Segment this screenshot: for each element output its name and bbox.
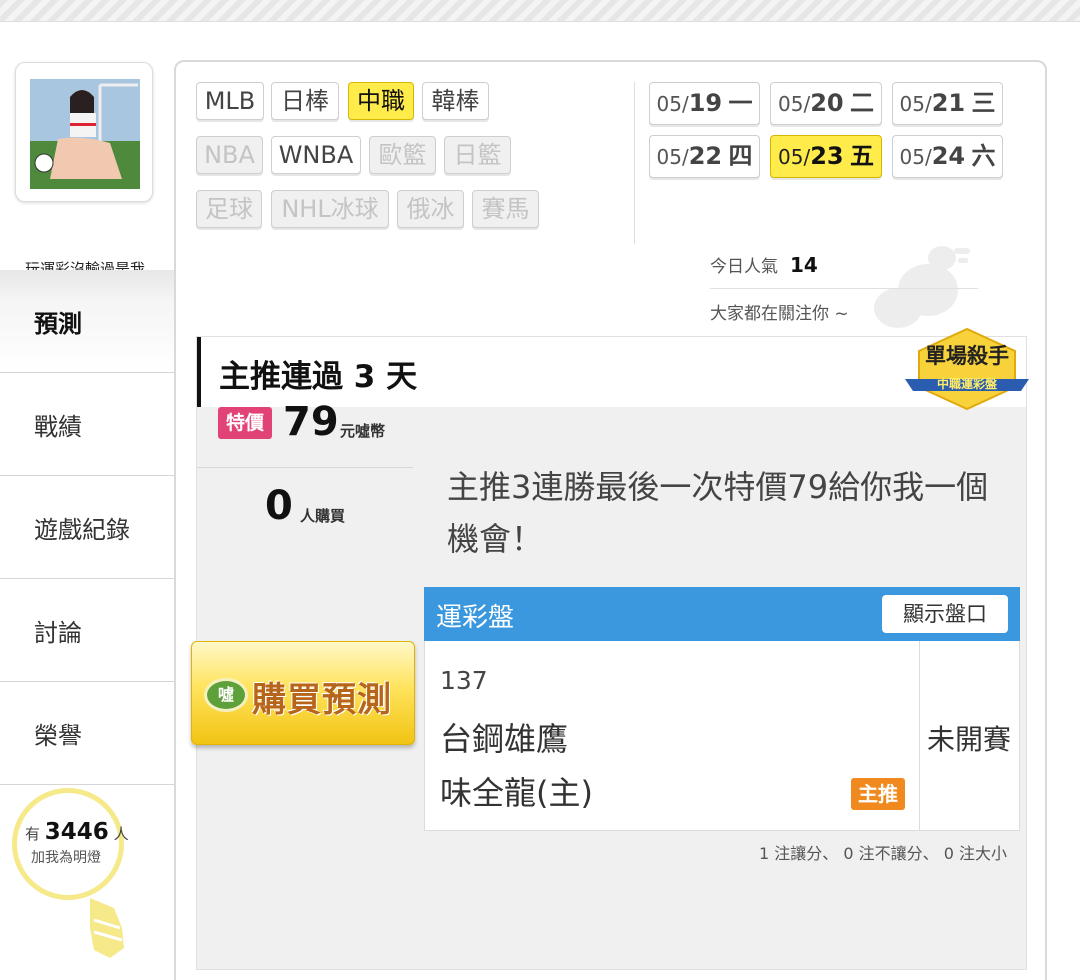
nav-item-predict[interactable]: 預測	[0, 270, 175, 373]
date-weekday: 六	[971, 142, 996, 170]
price-unit: 元噓幣	[340, 422, 386, 440]
tab-nhl[interactable]: NHL冰球	[271, 190, 389, 228]
nav-item-honor[interactable]: 榮譽	[0, 682, 175, 785]
tab-horse-racing[interactable]: 賽馬	[472, 190, 539, 228]
date-0524[interactable]: 05/24 六	[892, 135, 1003, 178]
popularity-divider	[710, 288, 978, 289]
away-team: 台鋼雄鷹	[440, 720, 569, 758]
popularity-value: 14	[790, 253, 818, 277]
coin-icon: 噓	[204, 678, 248, 712]
fans-lightbulb[interactable]: 有 3446 人 加我為明燈	[12, 788, 129, 900]
bet-summary: 1 注讓分、 0 注不讓分、 0 注大小	[759, 844, 1007, 863]
buyers-unit: 人購買	[300, 507, 346, 525]
buy-prediction-button[interactable]: 噓 購買預測	[191, 641, 415, 745]
tab-kbo[interactable]: 韓棒	[422, 82, 489, 120]
section-header: 主推連過 3 天	[197, 337, 1026, 407]
date-0523[interactable]: 05/23 五	[770, 135, 882, 178]
tab-nba[interactable]: NBA	[196, 136, 263, 174]
odds-panel-divider	[919, 641, 920, 831]
price-value: 79	[283, 399, 339, 445]
avatar[interactable]	[30, 79, 140, 189]
date-day: 21	[931, 89, 966, 117]
date-month: 05/	[778, 145, 811, 169]
fans-caption: 加我為明燈	[31, 850, 101, 866]
side-nav: 預測 戰績 遊戲紀錄 討論 榮譽	[0, 270, 175, 785]
avatar-frame[interactable]	[15, 62, 153, 202]
tab-cpbl[interactable]: 中職	[348, 82, 414, 120]
date-0520[interactable]: 05/20 二	[770, 82, 882, 125]
date-0521[interactable]: 05/21 三	[892, 82, 1003, 125]
section-title: 主推連過 3 天	[219, 359, 418, 395]
date-weekday: 二	[849, 89, 874, 117]
badge-title: 單場殺手	[925, 344, 1009, 368]
date-weekday: 一	[728, 89, 753, 117]
special-price-tag: 特價	[218, 407, 272, 439]
date-month: 05/	[778, 92, 811, 116]
price-divider	[197, 467, 413, 468]
date-weekday: 三	[971, 89, 996, 117]
date-month: 05/	[656, 145, 689, 169]
popularity-subtitle: 大家都在關注你 ~	[710, 304, 849, 324]
tabs-divider	[634, 82, 635, 244]
date-weekday: 四	[728, 142, 753, 170]
main-pick-badge: 主推	[851, 778, 905, 810]
mascot-icon	[874, 246, 970, 328]
show-odds-button[interactable]: 顯示盤口	[882, 595, 1008, 633]
home-team: 味全龍(主)	[440, 774, 593, 812]
date-0522[interactable]: 05/22 四	[649, 135, 760, 178]
date-day: 20	[810, 89, 844, 117]
tab-npb[interactable]: 日棒	[271, 82, 339, 120]
odds-panel-title: 運彩盤	[436, 603, 515, 633]
fans-count: 3446	[44, 819, 109, 845]
popularity: 今日人氣 14	[710, 252, 818, 277]
tab-wnba[interactable]: WNBA	[271, 136, 361, 174]
lightbulb-icon	[90, 898, 124, 958]
date-month: 05/	[656, 92, 689, 116]
nav-item-discussion[interactable]: 討論	[0, 579, 175, 682]
nav-item-game-log[interactable]: 遊戲紀錄	[0, 476, 175, 579]
game-status: 未開賽	[927, 723, 1012, 756]
odds-panel: 運彩盤 顯示盤口 137 台鋼雄鷹 味全龍(主) 主推 未開賽	[424, 587, 1020, 831]
date-weekday: 五	[849, 142, 874, 170]
top-decoration	[0, 0, 1080, 22]
date-month: 05/	[899, 92, 932, 116]
tab-khl[interactable]: 俄冰	[397, 190, 464, 228]
game-number: 137	[440, 666, 488, 695]
date-day: 23	[810, 142, 844, 170]
prediction-section: 主推連過 3 天 單場殺手 中職運彩盤 特價 79 元噓幣 0 人購買 噓 購買…	[191, 327, 1029, 970]
main-panel: MLB 日棒 中職 韓棒 NBA WNBA 歐籃 日籃 足球 NHL冰球 俄冰 …	[174, 60, 1047, 980]
date-day: 24	[931, 142, 966, 170]
badge-subtitle: 中職運彩盤	[937, 376, 998, 391]
fans-prefix: 有	[25, 825, 41, 843]
fans-suffix: 人	[113, 825, 129, 843]
buyers-count: 0	[265, 483, 293, 529]
odds-panel-header: 運彩盤 顯示盤口	[424, 587, 1020, 641]
killer-badge-icon: 單場殺手 中職運彩盤	[905, 327, 1029, 411]
tab-soccer[interactable]: 足球	[196, 190, 262, 228]
date-day: 22	[688, 142, 723, 170]
fans-count-line: 有 3446 人	[25, 819, 129, 845]
date-0519[interactable]: 05/19 一	[649, 82, 760, 125]
tab-mlb[interactable]: MLB	[196, 82, 264, 120]
date-month: 05/	[899, 145, 932, 169]
popularity-label: 今日人氣	[710, 257, 778, 277]
tab-japan-basketball[interactable]: 日籃	[444, 136, 511, 174]
buy-prediction-label: 購買預測	[252, 680, 392, 720]
tab-euro-basketball[interactable]: 歐籃	[369, 136, 436, 174]
offer-description: 主推3連勝最後一次特價79給你我一個機會！	[447, 468, 989, 558]
nav-item-record[interactable]: 戰績	[0, 373, 175, 476]
date-day: 19	[688, 89, 723, 117]
